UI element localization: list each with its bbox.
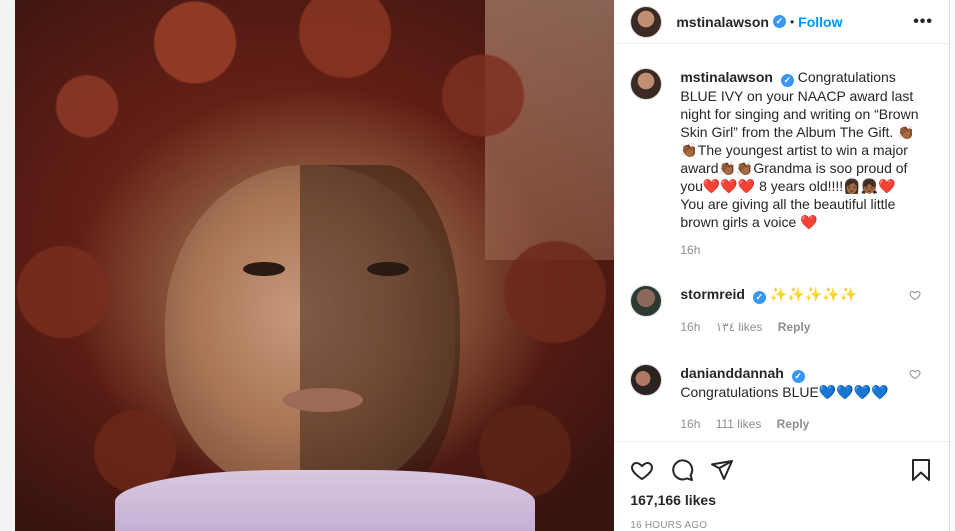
verified-badge-icon: ✓ xyxy=(752,291,766,304)
comment-text: Congratulations BLUE💙💙💙💙 xyxy=(680,384,889,400)
caption-avatar[interactable] xyxy=(630,68,663,100)
more-options-icon[interactable]: ••• xyxy=(913,13,933,31)
comment-time[interactable]: 16h xyxy=(680,417,700,431)
instagram-post: mstinalawson ✓ • Follow ••• mstinalawson… xyxy=(0,0,950,531)
share-icon[interactable] xyxy=(710,458,734,482)
comment-time[interactable]: 16h xyxy=(680,320,700,334)
post-photo[interactable] xyxy=(15,0,615,531)
follow-button[interactable]: Follow xyxy=(798,14,842,30)
comment-icon[interactable] xyxy=(670,458,694,482)
post-actions: 167,166 likes 16 HOURS AGO xyxy=(614,441,949,531)
comment-item: danianddannah ✓ Congratulations BLUE💙💙💙💙… xyxy=(630,364,933,433)
comment-body: danianddannah ✓ Congratulations BLUE💙💙💙💙… xyxy=(680,364,900,433)
commenter-username[interactable]: stormreid xyxy=(680,286,745,302)
likes-count[interactable]: 167,166 likes xyxy=(630,492,933,508)
post-timestamp[interactable]: 16 HOURS AGO xyxy=(630,520,933,531)
photo-eye-right xyxy=(367,262,409,276)
header-separator: • xyxy=(789,14,795,29)
photo-shirt xyxy=(115,470,535,531)
bookmark-icon[interactable] xyxy=(909,458,933,482)
verified-badge-icon: ✓ xyxy=(772,15,786,28)
commenter-avatar[interactable] xyxy=(630,364,663,396)
author-username[interactable]: mstinalawson xyxy=(676,14,769,30)
comment-meta: 16h 111 likes Reply xyxy=(680,415,900,433)
heart-icon[interactable] xyxy=(630,458,654,482)
comment-heart-icon[interactable] xyxy=(909,289,921,301)
comment-likes[interactable]: 111 likes xyxy=(716,417,762,431)
caption-text-block: mstinalawson ✓ Congratulations BLUE IVY … xyxy=(680,68,920,231)
verified-badge-icon: ✓ xyxy=(780,74,794,87)
reply-button[interactable]: Reply xyxy=(777,417,810,431)
post-sidebar: mstinalawson ✓ • Follow ••• mstinalawson… xyxy=(614,0,949,531)
comment-body: stormreid ✓ ✨✨✨✨✨ 16h ١٣٤ likes Reply xyxy=(680,285,900,336)
caption-text: Congratulations BLUE IVY on your NAACP a… xyxy=(680,69,919,230)
caption-time[interactable]: 16h xyxy=(680,243,933,257)
post-header: mstinalawson ✓ • Follow ••• xyxy=(614,0,949,44)
caption: mstinalawson ✓ Congratulations BLUE IVY … xyxy=(630,68,933,231)
commenter-avatar[interactable] xyxy=(630,285,663,317)
verified-badge-icon: ✓ xyxy=(791,370,805,383)
post-media xyxy=(0,0,615,531)
comment-heart-icon[interactable] xyxy=(909,368,921,380)
comments-section[interactable]: mstinalawson ✓ Congratulations BLUE IVY … xyxy=(614,44,949,441)
comment-item: stormreid ✓ ✨✨✨✨✨ 16h ١٣٤ likes Reply xyxy=(630,285,933,336)
comment-text: ✨✨✨✨✨ xyxy=(769,286,857,302)
photo-shadow xyxy=(300,165,460,495)
photo-eye-left xyxy=(243,262,285,276)
author-avatar[interactable] xyxy=(630,5,663,38)
reply-button[interactable]: Reply xyxy=(778,320,811,334)
caption-username[interactable]: mstinalawson xyxy=(680,69,773,85)
photo-mouth xyxy=(283,388,363,412)
action-buttons xyxy=(630,450,933,490)
comment-likes[interactable]: ١٣٤ likes xyxy=(716,320,763,334)
comment-meta: 16h ١٣٤ likes Reply xyxy=(680,318,900,336)
commenter-username[interactable]: danianddannah xyxy=(680,365,783,381)
